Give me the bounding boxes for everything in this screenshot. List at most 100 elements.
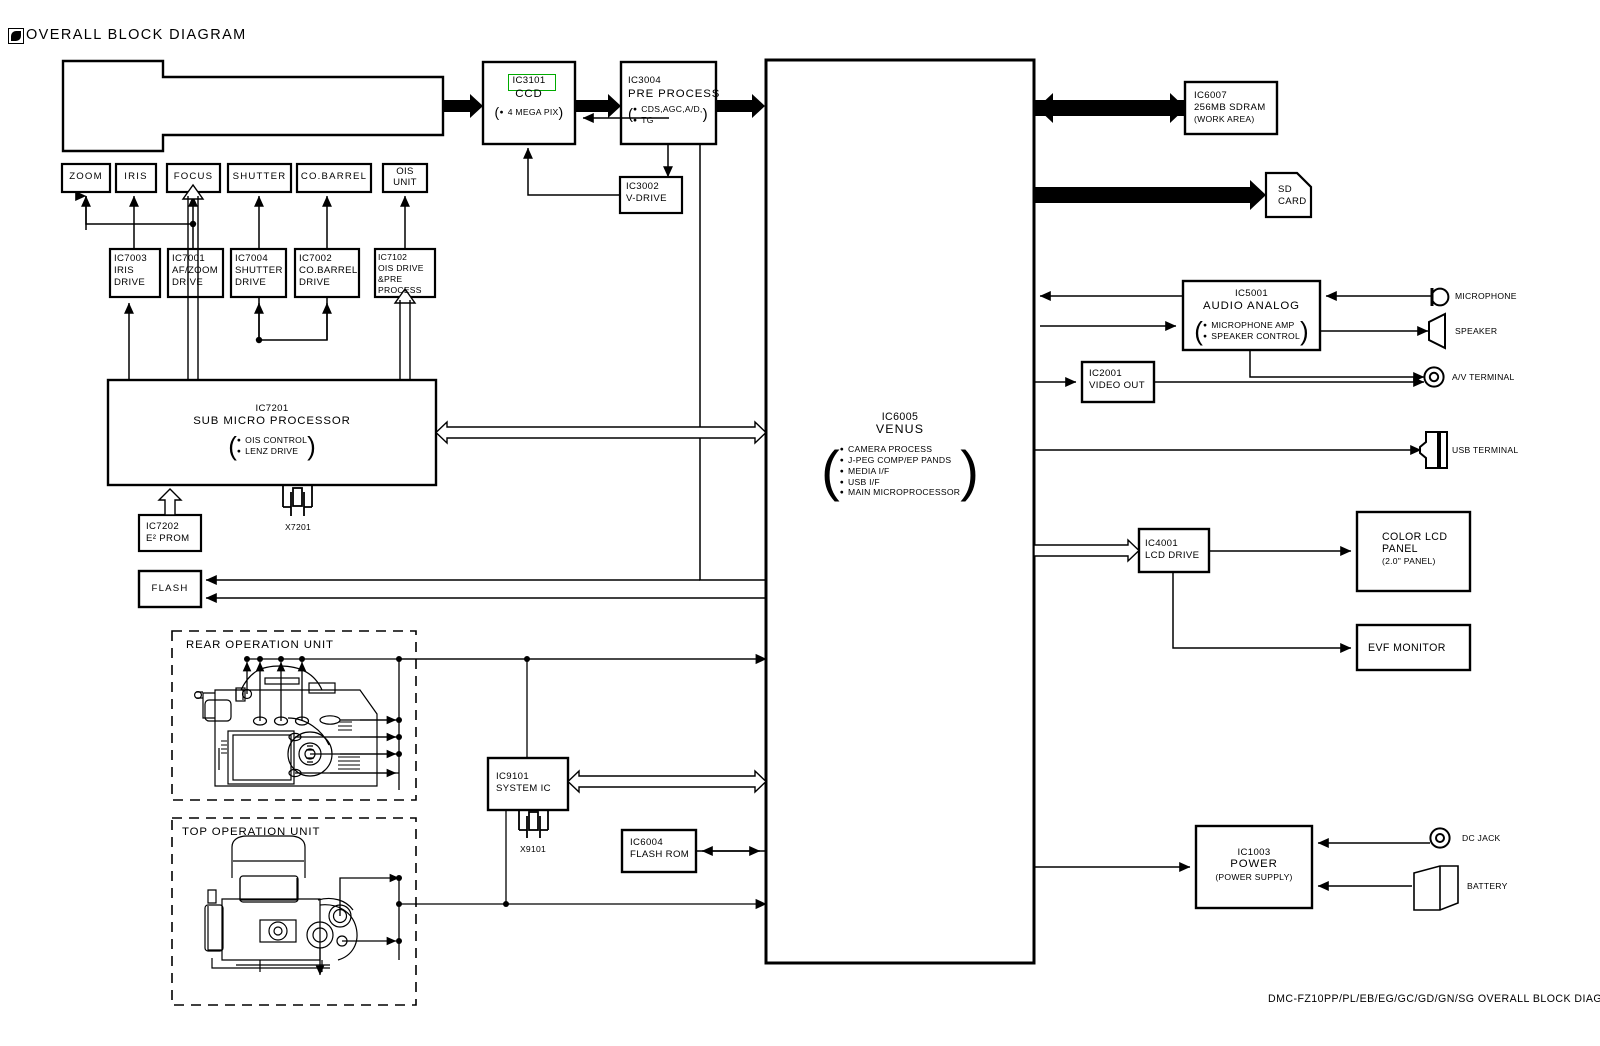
preprocess-id: IC3004: [628, 75, 662, 86]
ccd-specs: (4 MEGA PIX): [483, 104, 575, 123]
venus-name: VENUS: [875, 422, 925, 436]
power-name: POWER: [1230, 858, 1278, 870]
driver-ic7003-l3: DRIVE: [114, 277, 146, 288]
sdram-name: 256MB SDRAM: [1194, 102, 1266, 113]
driver-ic7001-id: IC7001: [172, 253, 206, 264]
actuator-links: [85, 195, 410, 249]
rear-unit-title: REAR OPERATION UNIT: [186, 639, 334, 651]
systemic-name: SYSTEM IC: [496, 783, 551, 794]
lcd-links: [1172, 546, 1352, 653]
videoout-id: IC2001: [1089, 368, 1123, 379]
driver-ic7002-id: IC7002: [299, 253, 333, 264]
connector-x7201-label: X7201: [284, 522, 312, 532]
preprocess-specs: (CDS,AGC,A/D,TG): [628, 104, 708, 126]
videoout-name: VIDEO OUT: [1089, 380, 1145, 391]
link-shutter-cobarrel: [258, 297, 328, 341]
lcdpanel-label-3: (2.0" PANEL): [1382, 556, 1436, 566]
block-diagram-canvas: OVERALL BLOCK DIAGRAM DMC-FZ10PP/PL/EB/E…: [0, 0, 1600, 1046]
sdram-bus: [1034, 93, 1186, 123]
top-unit-title: TOP OPERATION UNIT: [182, 826, 321, 838]
connector-x9101-symbol: [518, 810, 549, 838]
evf-label: EVF MONITOR: [1368, 642, 1446, 654]
lens-barrel-outline: [61, 59, 445, 153]
audio-id: IC5001: [1234, 288, 1269, 299]
junction-dot: [189, 220, 197, 228]
vdrive-name: V-DRIVE: [626, 193, 667, 204]
driver-ic7004-id: IC7004: [235, 253, 269, 264]
lcdpanel-label-1: COLOR LCD: [1382, 531, 1448, 543]
flash-links: [205, 575, 766, 603]
power-id: IC1003: [1237, 847, 1271, 858]
battery-label: BATTERY: [1467, 881, 1508, 891]
connector-x7201-symbol: [282, 485, 313, 516]
driver-ic7002-l2: CO.BARREL: [299, 265, 358, 276]
microphone-icon: [1430, 287, 1450, 307]
driver-ic7001-l3: DRIVE: [172, 277, 204, 288]
speaker-icon: [1428, 312, 1446, 350]
usb-terminal-icon: [1419, 431, 1448, 469]
submicro-id: IC7201: [255, 403, 289, 414]
actuator-shutter-label: SHUTTER: [232, 171, 287, 182]
audio-specs: (MICROPHONE AMPSPEAKER CONTROL): [1183, 316, 1320, 347]
eeprom-id: IC7202: [146, 521, 180, 532]
venus-specs: (CAMERA PROCESSJ-PEG COMP/EP PANDSMEDIA …: [766, 438, 1034, 504]
footer-caption: DMC-FZ10PP/PL/EB/EG/GC/GD/GN/SG OVERALL …: [1268, 993, 1600, 1005]
sdram-sub: (WORK AREA): [1194, 114, 1255, 124]
driver-ic7102-l3: &PRE: [378, 274, 403, 284]
submicro-name: SUB MICRO PROCESSOR: [193, 415, 351, 427]
rear-unit-junction-dots: [244, 656, 530, 757]
venus-block: [764, 58, 1036, 965]
flashrom-name: FLASH ROM: [630, 849, 690, 860]
actuator-zoom-label: ZOOM: [69, 171, 103, 182]
driver-ic7001-l2: AF/ZOOM: [172, 265, 219, 276]
driver-ic7004-l2: SHUTTER: [235, 265, 283, 276]
submicro-venus-bus: [434, 420, 768, 445]
sdcard-label-1: SD: [1278, 184, 1293, 195]
driver-ic7003-id: IC7003: [114, 253, 148, 264]
actuator-iris-label: IRIS: [124, 171, 148, 182]
ccd-id: IC3101: [512, 75, 546, 86]
link-vdrive-ccd: [523, 147, 620, 196]
header-bullet-icon: [8, 28, 24, 44]
eeprom-bus-arrow: [157, 488, 183, 516]
sdcard-label-2: CARD: [1278, 196, 1307, 207]
driver-ic7002-l3: DRIVE: [299, 277, 331, 288]
rear-camera-illustration: [194, 665, 378, 787]
eeprom-name: E² PROM: [146, 533, 190, 544]
driver-ic7102-l4: PROCESS: [378, 285, 422, 295]
lcddrive-id: IC4001: [1145, 538, 1179, 549]
vdrive-id: IC3002: [626, 181, 660, 192]
lcd-bus-arrow: [1033, 538, 1141, 563]
audio-name: AUDIO ANALOG: [1203, 300, 1300, 312]
lcdpanel-label-2: PANEL: [1382, 543, 1418, 555]
top-unit-signal-lines: [315, 873, 767, 976]
speaker-label: SPEAKER: [1455, 326, 1498, 336]
sdram-id: IC6007: [1194, 90, 1228, 101]
lcddrive-name: LCD DRIVE: [1145, 550, 1200, 561]
driver-ic7102-id: IC7102: [378, 252, 408, 262]
systemic-id: IC9101: [496, 771, 530, 782]
actuator-ois-label2: UNIT: [393, 177, 417, 188]
connector-x9101-label: X9101: [519, 844, 547, 854]
submicro-specs: (OIS CONTROLLENZ DRIVE): [108, 431, 436, 462]
sdcard-bus: [1034, 180, 1266, 210]
power-sub: (POWER SUPPLY): [1215, 872, 1293, 882]
flash-label: FLASH: [151, 583, 189, 594]
top-camera-illustration: [204, 835, 358, 972]
av-terminal-label: A/V TERMINAL: [1452, 372, 1515, 382]
page-title: OVERALL BLOCK DIAGRAM: [26, 27, 247, 43]
ccd-name: CCD: [515, 88, 543, 100]
diagram-vector-layer: [60, 58, 1472, 1006]
driver-ic7004-l3: DRIVE: [235, 277, 267, 288]
actuator-cobarrel-label: CO.BARREL: [300, 171, 368, 182]
av-terminal-icon: [1423, 366, 1445, 388]
actuator-ois-label1: OIS: [396, 166, 414, 177]
microphone-label: MICROPHONE: [1455, 291, 1517, 301]
dcjack-label: DC JACK: [1462, 833, 1501, 843]
systemic-venus-bus: [566, 769, 768, 794]
usb-terminal-label: USB TERMINAL: [1452, 445, 1519, 455]
dcjack-icon: [1429, 827, 1451, 849]
battery-icon: [1413, 865, 1459, 911]
driver-ic7003-l2: IRIS: [114, 265, 135, 276]
link-pre-down: [699, 144, 766, 581]
